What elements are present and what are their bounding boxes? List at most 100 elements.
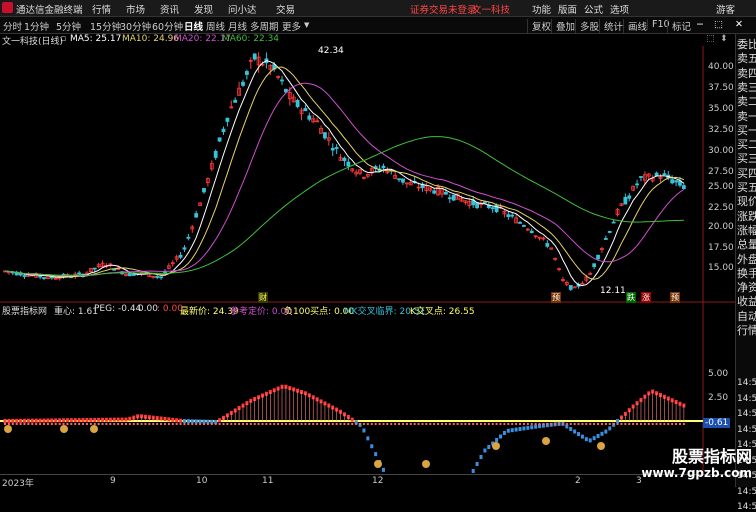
- menu-faxian[interactable]: 发现: [194, 2, 213, 16]
- guest-label[interactable]: 游客: [716, 2, 735, 16]
- indicator-block: [522, 426, 526, 431]
- indicator-block: [163, 416, 167, 421]
- indicator-block: [362, 428, 366, 433]
- indicator-block: [65, 418, 69, 423]
- zero-marker: [370, 423, 373, 425]
- indicator-block: [569, 426, 573, 431]
- period-weekly[interactable]: 周线: [206, 19, 225, 33]
- menu-xuanxiang[interactable]: 选项: [610, 2, 629, 16]
- tag-zhang[interactable]: 涨: [641, 292, 651, 303]
- menu-gongneng[interactable]: 功能: [532, 2, 551, 16]
- zero-marker: [522, 423, 525, 425]
- candle-body: [346, 161, 351, 167]
- expand-icon[interactable]: ⬚: [714, 19, 723, 30]
- period-5min[interactable]: 5分钟: [56, 19, 81, 33]
- candle-body: [159, 276, 163, 279]
- zero-marker: [507, 423, 510, 425]
- indicator-block: [483, 448, 487, 453]
- btn-tongji[interactable]: 统计: [599, 19, 623, 33]
- btn-duogu[interactable]: 多股: [575, 19, 599, 33]
- tag-yu-2[interactable]: 预: [670, 292, 680, 303]
- zero-marker: [39, 423, 42, 425]
- minus-icon[interactable]: −: [696, 19, 704, 30]
- indicator-block: [381, 467, 385, 472]
- menu-wenxiaoda[interactable]: 问小达: [228, 2, 257, 16]
- app-name: 通达信金融终端: [16, 5, 83, 16]
- zero-marker: [70, 423, 73, 425]
- zero-marker: [156, 423, 159, 425]
- menu-hangqing[interactable]: 行情: [92, 2, 111, 16]
- zero-marker: [378, 423, 381, 425]
- btn-diejia[interactable]: 叠加: [551, 19, 575, 33]
- indicator-block: [38, 418, 42, 423]
- panel-time-3: 14:50: [737, 424, 756, 435]
- indicator-block: [101, 417, 105, 422]
- period-daily[interactable]: 日线: [184, 19, 203, 33]
- close-icon[interactable]: ✕: [735, 19, 743, 30]
- period-60min[interactable]: 60分钟: [152, 19, 183, 33]
- date-12: 12: [372, 476, 384, 486]
- period-monthly[interactable]: 月线: [228, 19, 247, 33]
- zero-marker: [437, 423, 440, 425]
- watermark: 股票指标网 www.7gpzb.com: [641, 449, 752, 481]
- candle-body: [22, 275, 27, 277]
- candle-body: [334, 147, 339, 149]
- menu-gongshi[interactable]: 公式: [584, 2, 603, 16]
- tag-yu-1[interactable]: 预: [551, 292, 561, 303]
- kline-chart[interactable]: [0, 46, 735, 474]
- indicator-block: [124, 417, 128, 422]
- zero-marker: [503, 423, 506, 425]
- zero-marker: [569, 423, 572, 425]
- menu-shichang[interactable]: 市场: [126, 2, 145, 16]
- indicator-block: [194, 419, 198, 424]
- chevron-down-icon[interactable]: ▼: [304, 21, 309, 29]
- zero-marker: [421, 423, 424, 425]
- candle-body: [490, 207, 495, 210]
- zoom-icon[interactable]: ⬍: [720, 34, 728, 44]
- zero-marker: [440, 423, 443, 425]
- login-notice[interactable]: 证券交易未登录: [410, 2, 477, 16]
- menu-zixun[interactable]: 资讯: [160, 2, 179, 16]
- panel-time-0: 14:50: [737, 378, 756, 388]
- zero-marker: [74, 423, 77, 425]
- indicator-block: [514, 427, 518, 432]
- zero-marker: [66, 423, 69, 425]
- zero-marker: [132, 423, 135, 425]
- period-fenshi[interactable]: 分时: [3, 19, 22, 33]
- period-30min[interactable]: 30分钟: [120, 19, 151, 33]
- candle-body: [596, 254, 600, 260]
- zero-marker: [288, 423, 291, 425]
- candle-body: [494, 204, 499, 213]
- zero-marker: [597, 423, 600, 425]
- zero-marker: [195, 423, 198, 425]
- tag-cai[interactable]: 财: [258, 292, 268, 303]
- btn-fuquan[interactable]: 复权: [527, 19, 551, 33]
- btn-biaoji[interactable]: 标记: [667, 19, 691, 33]
- period-1min[interactable]: 1分钟: [24, 19, 49, 33]
- zero-marker: [425, 423, 428, 425]
- menu-jiaoyi[interactable]: 交易: [276, 2, 295, 16]
- candle-body: [295, 100, 300, 108]
- zero-marker: [417, 423, 420, 425]
- zero-marker: [31, 423, 34, 425]
- period-more[interactable]: 更多: [282, 19, 301, 33]
- restore-icon[interactable]: ⬚: [706, 34, 715, 44]
- money-bag-icon: [374, 460, 382, 468]
- period-multi[interactable]: 多周期: [250, 19, 279, 33]
- candle-body: [330, 148, 335, 151]
- candle-body: [397, 178, 401, 181]
- panel-item-20[interactable]: 行情: [737, 322, 756, 338]
- period-15min[interactable]: 15分钟: [90, 19, 121, 33]
- indicator-name[interactable]: 股票指标网: [2, 304, 47, 317]
- indicator-block: [120, 417, 124, 422]
- btn-huaxian[interactable]: 画线: [623, 19, 647, 33]
- indicator-block: [495, 438, 499, 442]
- tag-die[interactable]: 跌: [626, 292, 636, 303]
- indicator-block: [499, 434, 503, 439]
- zero-marker: [409, 423, 412, 425]
- candle-body: [568, 285, 573, 290]
- period-toolbar: 分时 1分钟 5分钟 15分钟 30分钟 60分钟 日线 周线 月线 多周期 更…: [0, 17, 756, 34]
- money-bag-icon: [90, 425, 98, 433]
- menu-banmian[interactable]: 版面: [558, 2, 577, 16]
- zero-marker: [632, 423, 635, 425]
